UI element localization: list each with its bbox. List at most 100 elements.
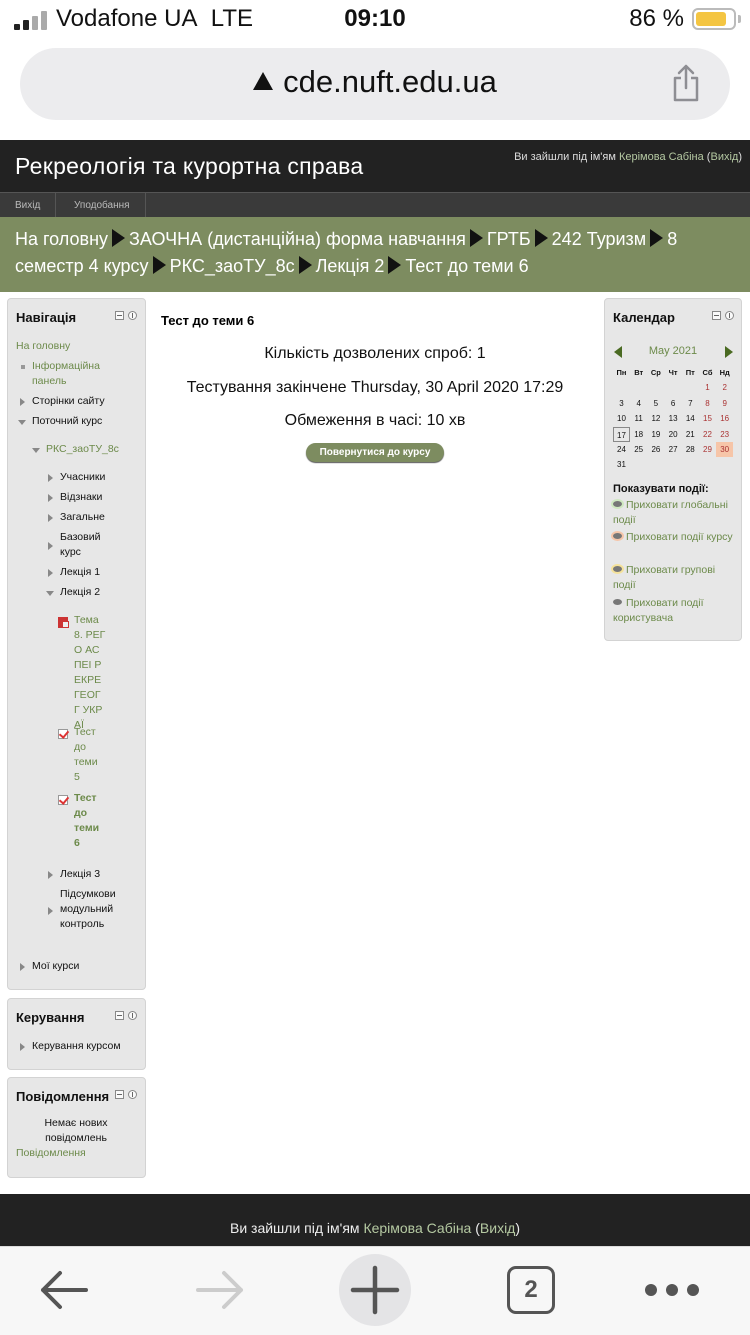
next-month-icon[interactable] — [725, 346, 733, 358]
nav-section-lecture-3[interactable]: Лекція 3 — [60, 867, 140, 882]
expand-arrow-icon[interactable] — [48, 494, 53, 502]
calendar-day[interactable]: 31 — [613, 457, 630, 472]
expand-arrow-icon[interactable] — [48, 871, 53, 879]
calendar-day[interactable]: 11 — [630, 411, 647, 426]
more-options-icon[interactable] — [644, 1283, 700, 1297]
calendar-day[interactable]: 14 — [682, 411, 699, 426]
messages-link[interactable]: Повідомлення — [16, 1146, 126, 1161]
calendar-day[interactable]: 16 — [716, 411, 733, 426]
calendar-day[interactable]: 27 — [665, 442, 682, 457]
calendar-day[interactable]: 26 — [647, 442, 664, 457]
calendar-day[interactable]: 3 — [613, 396, 630, 411]
breadcrumb-section[interactable]: Лекція 2 — [316, 256, 385, 276]
expand-arrow-icon[interactable] — [20, 1043, 25, 1051]
nav-resource-topic-8[interactable]: Тема 8. РЕГО АСПЕІ РЕКРЕ ГЕОГГ УКРАЇ — [74, 613, 106, 733]
toggle-global-events[interactable]: Приховати глобальні події — [613, 498, 739, 528]
expand-arrow-icon[interactable] — [48, 474, 53, 482]
address-bar[interactable]: cde.nuft.edu.ua — [20, 48, 730, 120]
calendar-day[interactable]: 29 — [699, 442, 716, 457]
expand-arrow-icon[interactable] — [48, 907, 53, 915]
calendar-day[interactable]: 25 — [630, 442, 647, 457]
expand-arrow-icon[interactable] — [48, 514, 53, 522]
calendar-day[interactable]: 17 — [613, 426, 630, 442]
nav-quiz-topic-5[interactable]: Тест до теми 5 — [74, 725, 104, 785]
back-to-course-button[interactable]: Повернутися до курсу — [306, 443, 444, 462]
collapse-block-icon[interactable] — [115, 1090, 124, 1099]
calendar-day[interactable]: 22 — [699, 427, 716, 442]
toggle-user-events[interactable]: Приховати події користувача — [613, 596, 739, 626]
calendar-day[interactable]: 12 — [647, 411, 664, 426]
collapse-arrow-icon[interactable] — [18, 420, 26, 425]
calendar-day[interactable]: 5 — [647, 396, 664, 411]
share-icon[interactable] — [672, 64, 700, 102]
calendar-day[interactable]: 30 — [716, 442, 734, 457]
calendar-day[interactable]: 21 — [682, 427, 699, 442]
collapse-block-icon[interactable] — [115, 311, 124, 320]
nav-section-participants[interactable]: Учасники — [60, 470, 140, 485]
dock-block-icon[interactable] — [725, 311, 734, 320]
nav-section-lecture-2[interactable]: Лекція 2 — [60, 585, 140, 600]
expand-arrow-icon[interactable] — [48, 542, 53, 550]
new-tab-plus-icon[interactable] — [339, 1254, 411, 1326]
expand-arrow-icon[interactable] — [20, 398, 25, 406]
site-title[interactable]: Рекреологія та курортна справа — [15, 153, 363, 180]
nav-section-final-module[interactable]: Підсумкови модульний контроль — [60, 887, 120, 932]
breadcrumb-subcategory[interactable]: ГРТБ — [487, 229, 531, 249]
nav-quiz-topic-6-active[interactable]: Тест до теми 6 — [74, 791, 104, 851]
calendar-day[interactable]: 18 — [630, 427, 647, 442]
nav-section-badges[interactable]: Відзнаки — [60, 490, 140, 505]
collapse-arrow-icon[interactable] — [32, 448, 40, 453]
course-administration-link[interactable]: Керування курсом — [32, 1039, 142, 1054]
collapse-block-icon[interactable] — [115, 1011, 124, 1020]
nav-dashboard[interactable]: Інформаційна панель — [32, 359, 132, 389]
toggle-course-events[interactable]: Приховати події курсу — [613, 530, 739, 545]
calendar-day[interactable]: 4 — [630, 396, 647, 411]
calendar-day[interactable]: 23 — [716, 427, 733, 442]
nav-section-basic-course[interactable]: Базовий курс — [60, 530, 110, 560]
breadcrumb-home[interactable]: На головну — [15, 229, 108, 249]
back-arrow-icon[interactable] — [38, 1269, 90, 1311]
calendar-day[interactable]: 6 — [665, 396, 682, 411]
breadcrumb-category[interactable]: ЗАОЧНА (дистанційна) форма навчання — [129, 229, 466, 249]
calendar-day[interactable]: 28 — [682, 442, 699, 457]
previous-month-icon[interactable] — [614, 346, 622, 358]
calendar-day[interactable]: 13 — [665, 411, 682, 426]
calendar-day[interactable]: 10 — [613, 411, 630, 426]
nav-current-course[interactable]: Поточний курс — [32, 414, 142, 429]
breadcrumb-course[interactable]: РКС_заоТУ_8с — [170, 256, 295, 276]
toggle-group-events[interactable]: Приховати групові події — [613, 563, 739, 593]
footer-user-link[interactable]: Керімова Сабіна — [363, 1220, 471, 1236]
breadcrumb-specialty[interactable]: 242 Туризм — [552, 229, 647, 249]
collapse-block-icon[interactable] — [712, 311, 721, 320]
nav-home[interactable]: На головну — [16, 339, 141, 354]
logout-link[interactable]: Вихід — [710, 151, 738, 163]
url-display[interactable]: cde.nuft.edu.ua — [20, 64, 730, 100]
calendar-day[interactable]: 1 — [699, 380, 716, 395]
nav-section-lecture-1[interactable]: Лекція 1 — [60, 565, 140, 580]
calendar-day[interactable]: 9 — [716, 396, 733, 411]
collapse-arrow-icon[interactable] — [46, 591, 54, 596]
calendar-day[interactable]: 24 — [613, 442, 630, 457]
calendar-day[interactable]: 8 — [699, 396, 716, 411]
user-profile-link[interactable]: Керімова Сабіна — [619, 151, 704, 163]
footer-logout-link[interactable]: Вихід — [480, 1220, 515, 1236]
calendar-day[interactable]: 20 — [665, 427, 682, 442]
calendar-day[interactable]: 15 — [699, 411, 716, 426]
forward-arrow-icon[interactable] — [194, 1269, 246, 1311]
dock-block-icon[interactable] — [128, 1090, 137, 1099]
calendar-day[interactable]: 7 — [682, 396, 699, 411]
nav-site-pages[interactable]: Сторінки сайту — [32, 394, 142, 409]
nav-section-general[interactable]: Загальне — [60, 510, 140, 525]
nav-course-link[interactable]: РКС_заоТУ_8с — [46, 442, 144, 457]
dock-block-icon[interactable] — [128, 311, 137, 320]
expand-arrow-icon[interactable] — [48, 569, 53, 577]
expand-arrow-icon[interactable] — [20, 963, 25, 971]
nav-my-courses[interactable]: Мої курси — [32, 959, 142, 974]
tabs-count-button[interactable]: 2 — [507, 1266, 555, 1314]
calendar-day[interactable]: 19 — [647, 427, 664, 442]
calendar-month[interactable]: May 2021 — [625, 345, 721, 357]
calendar-day[interactable]: 2 — [716, 380, 733, 395]
menu-preferences[interactable]: Уподобання — [59, 193, 146, 218]
dock-block-icon[interactable] — [128, 1011, 137, 1020]
menu-logout[interactable]: Вихід — [0, 193, 57, 218]
